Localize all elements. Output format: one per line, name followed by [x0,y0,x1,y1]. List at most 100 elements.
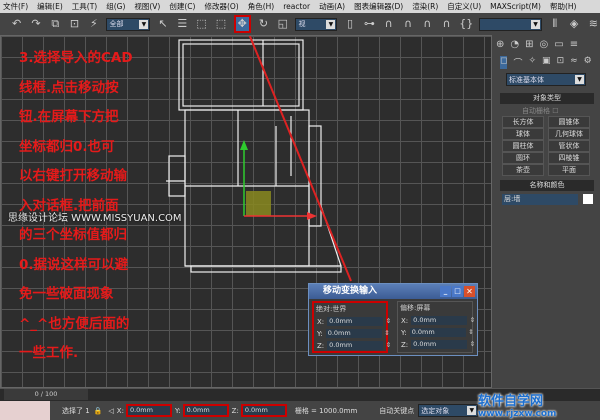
lights-icon[interactable]: ✧ [529,56,537,69]
autogrid-label: 自动栅格 [522,107,550,115]
plane-button[interactable]: 平面 [548,164,590,176]
primitive-type-dropdown[interactable]: 标准基本体 ▼ [506,73,586,86]
offset-label: 偏移:屏幕 [400,304,431,312]
menu-reactor[interactable]: reactor [283,2,310,11]
absolute-x-spinner[interactable]: 0.0mm [327,317,391,326]
shapes-icon[interactable]: ⌒ [513,56,522,69]
command-panel-tabs: ⊕ ◔ ⊞ ◎ ▭ ≡ [492,35,600,54]
offset-y-spinner[interactable]: 0.0mm [409,328,474,337]
tube-button[interactable]: 管状体 [548,140,590,152]
offset-screen-group: 偏移:屏幕 X:0.0mm Y:0.0mm Z:0.0mm [397,301,475,353]
object-color-swatch[interactable] [583,194,593,204]
cameras-icon[interactable]: ▣ [542,56,551,69]
move-icon[interactable]: ✥ [233,15,251,33]
chevron-down-icon: ▼ [326,19,336,29]
selection-filter-dropdown[interactable]: 全部 ▼ [106,17,151,31]
mirror-icon[interactable]: ⫴ [548,17,561,31]
named-selection-dropdown[interactable]: ▼ [479,17,543,31]
spacewarps-icon[interactable]: ≈ [570,56,578,69]
annotation-line: 坐标都归0.也可 [19,138,115,155]
helpers-icon[interactable]: ⊡ [557,56,565,69]
link-icon[interactable]: ⧉ [49,17,62,31]
axis-label: Z: [317,341,325,350]
box-button[interactable]: 长方体 [502,116,544,128]
maximize-icon[interactable]: □ [452,286,463,297]
cone-button[interactable]: 圆锥体 [548,116,590,128]
select-by-name-icon[interactable]: ☰ [176,17,189,31]
menu-file[interactable]: 文件(F) [3,1,28,12]
maxscript-listener[interactable] [0,401,50,420]
create-tab-icon[interactable]: ⊕ [496,39,504,50]
object-type-rollout[interactable]: 对象类型 [500,93,594,104]
minimize-icon[interactable]: _ [440,286,451,297]
menu-character[interactable]: 角色(H) [248,1,275,12]
cylinder-button[interactable]: 圆柱体 [502,140,544,152]
menu-animation[interactable]: 动画(A) [319,1,345,12]
modify-tab-icon[interactable]: ◔ [510,39,519,50]
unlink-icon[interactable]: ⊡ [68,17,81,31]
snap-2d-icon[interactable]: ∩ [382,17,395,31]
command-panel: ⊕ ◔ ⊞ ◎ ▭ ≡ ◻ ⌒ ✧ ▣ ⊡ ≈ ⚙ 标准基本体 ▼ 对象类型 自动栅格 ☐ 长方体 圆锥… [492,35,600,388]
torus-button[interactable]: 圆环 [502,152,544,164]
watermark: 思缘设计论坛 WWW.MISSYUAN.COM [8,213,182,224]
percent-snap-icon[interactable]: ∩ [421,17,434,31]
select-icon[interactable]: ↖ [156,17,169,31]
pyramid-button[interactable]: 四棱锥 [548,152,590,164]
hierarchy-tab-icon[interactable]: ⊞ [525,39,533,50]
name-color-rollout[interactable]: 名称和颜色 [500,180,594,191]
undo-icon[interactable]: ↶ [10,17,23,31]
motion-tab-icon[interactable]: ◎ [540,39,549,50]
geosphere-button[interactable]: 几何球体 [548,128,590,140]
chevron-down-icon: ▼ [575,75,584,84]
menu-modifiers[interactable]: 修改器(O) [204,1,238,12]
systems-icon[interactable]: ⚙ [584,56,592,69]
geometry-icon[interactable]: ◻ [500,56,508,69]
dialog-titlebar[interactable]: 移动变换输入 _ □ ✕ [309,284,477,299]
menu-customize[interactable]: 自定义(U) [447,1,481,12]
menu-maxscript[interactable]: MAXScript(M) [490,2,541,11]
offset-z-spinner[interactable]: 0.0mm [411,340,475,349]
rect-selection-icon[interactable]: ⬚ [195,17,208,31]
menu-edit[interactable]: 编辑(E) [37,1,63,12]
object-name-input[interactable]: 层:墙 [502,194,578,205]
auto-key-button[interactable]: 自动关键点 [379,406,414,416]
scale-icon[interactable]: ◱ [276,17,289,31]
sphere-button[interactable]: 球体 [502,128,544,140]
absolute-z-spinner[interactable]: 0.0mm [327,341,391,350]
layer-icon[interactable]: ≋ [587,17,600,31]
menu-create[interactable]: 创建(C) [169,1,195,12]
menu-group[interactable]: 组(G) [106,1,125,12]
menu-views[interactable]: 视图(V) [134,1,160,12]
y-coord-input[interactable]: 0.0mm [182,404,229,417]
spinner-snap-icon[interactable]: ∩ [440,17,453,31]
utilities-tab-icon[interactable]: ≡ [570,39,578,50]
menu-rendering[interactable]: 渲染(R) [412,1,438,12]
autogrid-checkbox[interactable]: 自动栅格 ☐ [522,106,559,116]
reference-coord-dropdown[interactable]: 视 ▼ [295,17,338,31]
menu-help[interactable]: 帮助(H) [550,1,577,12]
pivot-icon[interactable]: ▯ [343,17,356,31]
align-icon[interactable]: ◈ [567,17,580,31]
key-filter-dropdown[interactable]: 选定对象 ▼ [418,404,479,417]
move-transform-dialog: 移动变换输入 _ □ ✕ 绝对:世界 X:0.0mm Y:0.0mm Z:0.0… [308,283,478,356]
menu-graph-editors[interactable]: 图表编辑器(D) [354,1,403,12]
display-tab-icon[interactable]: ▭ [554,39,563,50]
site-logo: 软件自学网 www.rjzxw.com [478,390,596,419]
lock-icon[interactable]: 🔒 [94,407,103,415]
rotate-icon[interactable]: ↻ [257,17,270,31]
x-coord-input[interactable]: 0.0mm [125,404,172,417]
z-coord-input[interactable]: 0.0mm [240,404,287,417]
teapot-button[interactable]: 茶壶 [502,164,544,176]
named-selection-icon[interactable]: {} [459,17,473,31]
menu-tools[interactable]: 工具(T) [72,1,97,12]
time-slider[interactable]: 0 / 100 [4,389,88,400]
angle-snap-icon[interactable]: ∩ [401,17,414,31]
window-crossing-icon[interactable]: ⬚ [214,17,227,31]
absolute-mode-icon[interactable]: ◁ [108,407,113,415]
manipulate-icon[interactable]: ⊶ [363,17,376,31]
offset-x-spinner[interactable]: 0.0mm [411,316,475,325]
bind-space-warp-icon[interactable]: ⚡ [87,17,100,31]
redo-icon[interactable]: ↷ [29,17,42,31]
absolute-y-spinner[interactable]: 0.0mm [325,329,390,338]
close-icon[interactable]: ✕ [464,286,475,297]
